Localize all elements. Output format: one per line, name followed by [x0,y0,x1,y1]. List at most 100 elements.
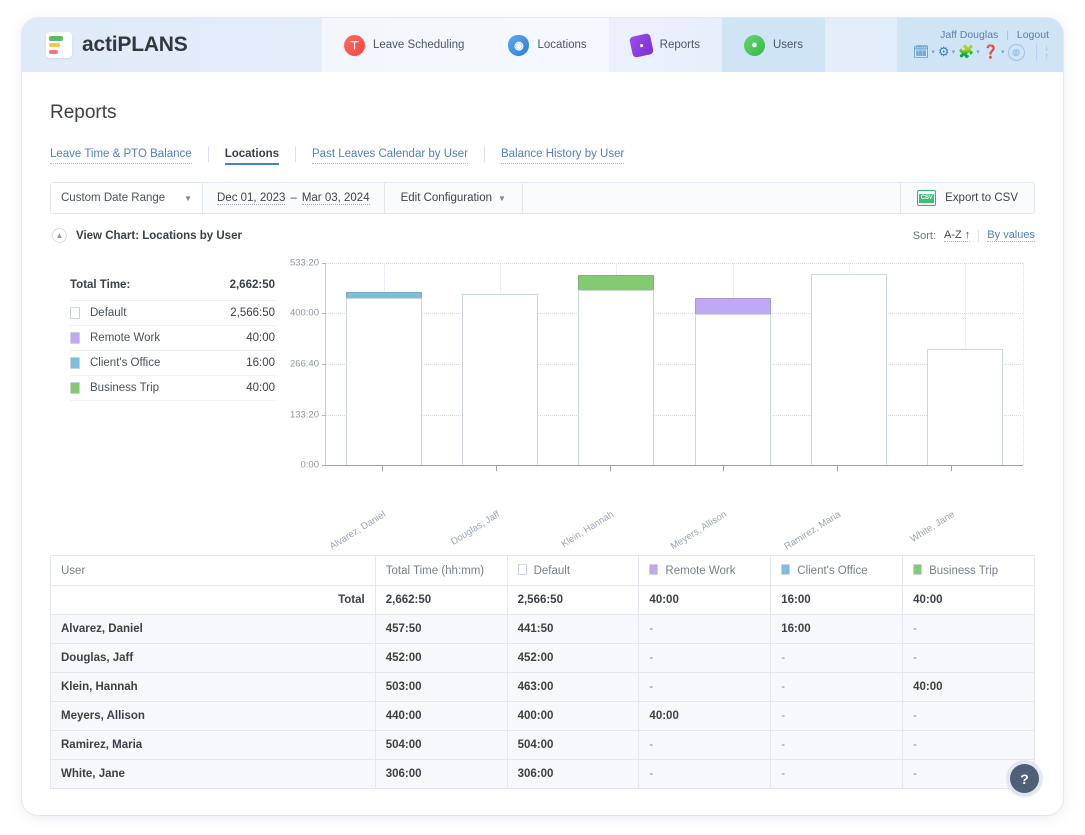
legend-color-swatch [70,332,80,344]
tab-locations[interactable]: Locations [209,148,295,160]
gear-icon[interactable]: ⚙▾ [938,44,955,60]
table-cell: - [639,644,771,673]
legend-item-business-trip[interactable]: Business Trip40:00 [70,376,275,401]
table-header-user[interactable]: User [51,556,376,586]
table-header-remote-work[interactable]: Remote Work [639,556,771,586]
collapse-arrows-icon[interactable]: ↓↑ [1036,43,1050,61]
chart-bar-slot [791,263,907,465]
date-to[interactable]: Mar 03, 2024 [302,192,370,205]
y-axis-tick-label: 533:20 [290,258,319,269]
table-cell: - [639,760,771,789]
table-cell-user: Ramirez, Maria [51,731,376,760]
table-row[interactable]: Ramirez, Maria504:00504:00--- [51,731,1035,760]
nav-item-leave-scheduling[interactable]: ⊤ Leave Scheduling [322,18,486,72]
chart-bar-white-jane[interactable] [927,349,1003,465]
table-cell: 306:00 [375,760,507,789]
chart-bar-segment [695,298,771,313]
table-row[interactable]: Douglas, Jaff452:00452:00--- [51,644,1035,673]
help-question-icon[interactable]: ❓▾ [983,44,1005,60]
nav-right-cluster: Jaff Douglas | Logout 🗓▾ ⚙▾ 🧩▾ ❓▾ ◍ ↓↑ [897,18,1063,72]
nav-item-users[interactable]: ● Users [722,18,825,72]
report-table-wrapper: User Total Time (hh:mm) DefaultRemote Work… [50,555,1035,815]
tab-past-leaves-calendar-by-user[interactable]: Past Leaves Calendar by User [296,148,484,160]
header-color-swatch [913,564,922,575]
x-tick-mark [723,465,724,471]
brand[interactable]: actiPLANS [22,32,322,58]
tab-balance-history-by-user[interactable]: Balance History by User [485,148,640,160]
table-cell-user: Klein, Hannah [51,673,376,702]
chart-bar-meyers-allison[interactable] [695,298,771,465]
tab-label: Locations [225,148,279,165]
table-row[interactable]: Alvarez, Daniel457:50441:50-16:00- [51,615,1035,644]
current-user-name: Jaff Douglas [940,29,998,41]
table-body: Total2,662:502,566:5040:0016:0040:00Alva… [51,586,1035,789]
user-line: Jaff Douglas | Logout [940,29,1049,41]
chart-bar-segment-default [811,274,887,465]
legend-item-value: 40:00 [246,382,275,394]
legend-color-swatch [70,307,80,319]
chart-bar-klein-hannah[interactable] [578,275,654,466]
edit-configuration-button[interactable]: Edit Configuration ▼ [385,183,523,213]
nav-item-reports[interactable]: ▪ Reports [609,18,722,72]
help-fab-button[interactable]: ? [1010,764,1039,793]
sort-az-button[interactable]: A-Z ↑ [944,229,970,242]
table-row[interactable]: Klein, Hannah503:00463:00--40:00 [51,673,1035,702]
report-toolbar: Custom Date Range ▼ Dec 01, 2023 – Mar 0… [50,182,1035,214]
table-header-label: Total Time (hh:mm) [386,565,484,577]
table-header-client-s-office[interactable]: Client's Office [771,556,903,586]
table-header-default[interactable]: Default [507,556,639,586]
date-from[interactable]: Dec 01, 2023 [217,192,285,205]
legend-item-client-s-office[interactable]: Client's Office16:00 [70,351,275,376]
nav-item-locations[interactable]: ◉ Locations [486,18,608,72]
table-row[interactable]: White, Jane306:00306:00--- [51,760,1035,789]
table-head: User Total Time (hh:mm) DefaultRemote Work… [51,556,1035,586]
chart-bar-alvarez-daniel[interactable] [346,292,422,465]
app-window: actiPLANS ⊤ Leave Scheduling ◉ Locations… [22,18,1063,815]
tab-leave-time-pto-balance[interactable]: Leave Time & PTO Balance [50,148,208,160]
date-preset-select[interactable]: Custom Date Range ▼ [51,183,203,213]
table-cell: 503:00 [375,673,507,702]
total-row-cell: 40:00 [903,586,1035,615]
x-axis-label: Ramirez, Maria [776,509,843,556]
nav-label-locations: Locations [537,39,586,51]
sort-by-values-button[interactable]: By values [987,229,1035,242]
chart-bar-ramirez-maria[interactable] [811,274,887,465]
chart-bar-douglas-jaff[interactable] [462,294,538,465]
tab-label: Leave Time & PTO Balance [50,148,192,164]
sort-divider [978,230,979,242]
export-to-csv-button[interactable]: CSV Export to CSV [900,183,1034,213]
table-row[interactable]: Meyers, Allison440:00400:0040:00-- [51,702,1035,731]
total-row-label: Total [51,586,376,615]
chart-bar-segment-default [695,314,771,466]
chart-plot-wrapper: 0:00133:20266:40400:00533:20 Alvarez, Da… [283,253,1035,533]
legend-total-row: Total Time: 2,662:50 [70,279,275,301]
locations-report-table: User Total Time (hh:mm) DefaultRemote Work… [50,555,1035,789]
actiplans-logo-icon [46,32,72,58]
table-cell: 504:00 [507,731,639,760]
calendar-icon[interactable]: 🗓▾ [913,44,935,60]
chevron-up-icon[interactable]: ▲ [52,228,67,243]
chart-bar-segment-default [346,298,422,465]
date-range-picker[interactable]: Dec 01, 2023 – Mar 03, 2024 [203,183,385,213]
x-axis-label: Douglas, Jaff [435,509,502,556]
table-header-business-trip[interactable]: Business Trip [903,556,1035,586]
nav-label-reports: Reports [660,39,700,51]
table-header-total-time-hh-mm[interactable]: Total Time (hh:mm) [375,556,507,586]
y-axis-tick-label: 266:40 [290,358,319,369]
location-pin-icon[interactable]: ◍ [1008,44,1025,61]
legend-item-label: Remote Work [90,332,246,344]
logout-link[interactable]: Logout [1017,29,1049,41]
legend-item-label: Client's Office [90,357,246,369]
table-cell: 440:00 [375,702,507,731]
puzzle-icon[interactable]: 🧩▾ [958,44,980,60]
y-axis-tick-label: 133:20 [290,409,319,420]
table-cell: 40:00 [639,702,771,731]
table-header-row: User Total Time (hh:mm) DefaultRemote Work… [51,556,1035,586]
table-cell: - [903,615,1035,644]
legend-item-remote-work[interactable]: Remote Work40:00 [70,326,275,351]
x-tick-mark [951,465,952,471]
table-header-label: Business Trip [929,565,998,577]
legend-item-default[interactable]: Default2,566:50 [70,301,275,326]
total-row-cell: 2,566:50 [507,586,639,615]
nav-label-leave-scheduling: Leave Scheduling [373,39,464,51]
